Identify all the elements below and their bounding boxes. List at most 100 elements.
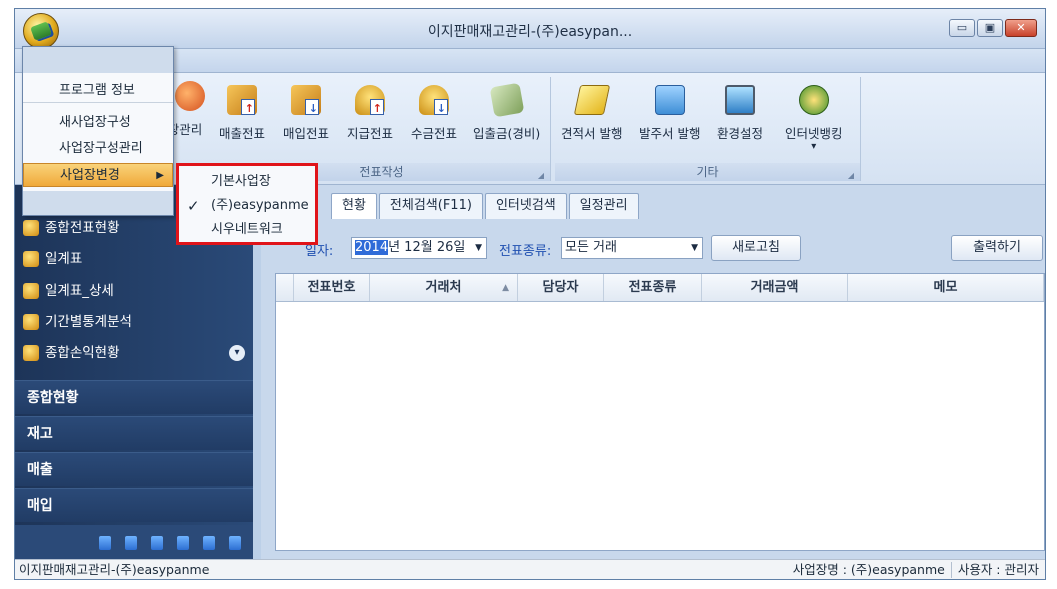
report-icon xyxy=(23,220,39,236)
column-header-voucher-type[interactable]: 전표종류 xyxy=(604,274,702,301)
column-header-amount[interactable]: 거래금액 xyxy=(702,274,848,301)
money-icon xyxy=(489,82,525,118)
close-button[interactable]: ✕ xyxy=(1005,19,1037,37)
grid-row-header xyxy=(276,274,294,301)
document-tabs: 현황 전체검색(F11) 인터넷검색 일정관리 xyxy=(331,193,639,219)
nav-shortcut-icon[interactable] xyxy=(99,536,111,550)
ribbon-button-purchase-voucher[interactable]: 매입전표 xyxy=(283,81,329,142)
date-picker[interactable]: 2014년 12월 26일 ▼ xyxy=(351,237,487,259)
ribbon-button-cash-flow[interactable]: 입출금(경비) xyxy=(473,81,540,142)
document-down-icon xyxy=(291,85,321,115)
chevron-down-icon: ▾ xyxy=(811,141,817,152)
tab-schedule[interactable]: 일정관리 xyxy=(568,193,639,219)
status-app-name: 이지판매재고관리-(주)easypanme xyxy=(19,562,210,577)
order-icon xyxy=(654,85,685,115)
coin-down-icon xyxy=(419,85,449,115)
ribbon-button-label: 지급전표 xyxy=(347,126,394,141)
menu-item-change-business[interactable]: 사업장변경 ▶ xyxy=(23,163,173,187)
nav-item-daily-detail[interactable]: 일계표_상세 xyxy=(23,278,114,304)
status-right: 사업장명 : (주)easypanme 사용자 : 관리자 xyxy=(793,560,1039,579)
nav-section-inventory[interactable]: 재고 xyxy=(15,416,253,450)
refresh-button[interactable]: 새로고침 xyxy=(711,235,801,261)
ribbon-button-payment-voucher[interactable]: 지급전표 xyxy=(347,81,393,142)
nav-item-label: 일계표 xyxy=(45,251,83,267)
ribbon-button-label: 견적서 발행 xyxy=(561,126,623,141)
menu-item-new-business[interactable]: 새사업장구성 xyxy=(23,111,173,135)
submenu-item-easypanme[interactable]: ✓ (주)easypanme xyxy=(179,194,315,218)
window-title: 이지판매재고관리-(주)easypan... xyxy=(427,24,633,40)
nav-shortcut-bar xyxy=(15,525,253,561)
nav-shortcut-icon[interactable] xyxy=(229,536,241,550)
ribbon-button-estimate[interactable]: 견적서 발행 xyxy=(561,81,622,142)
column-header-customer[interactable]: 거래처 ▲ xyxy=(370,274,518,301)
ribbon-button-label: 인터넷뱅킹 xyxy=(785,126,843,141)
app-menu-list: 프로그램 정보 새사업장구성 사업장구성관리 사업장변경 ▶ xyxy=(23,73,173,191)
ribbon-button-label: 환경설정 xyxy=(717,126,764,141)
nav-item-profit-loss[interactable]: 종합손익현황 xyxy=(23,340,120,366)
nav-item-label: 일계표_상세 xyxy=(45,283,114,299)
nav-shortcut-icon[interactable] xyxy=(177,536,189,550)
coin-up-icon xyxy=(355,85,385,115)
title-bar: 이지판매재고관리-(주)easypan... ▭ ▣ ✕ xyxy=(15,9,1045,49)
ribbon-button-sales-voucher[interactable]: 매출전표 xyxy=(219,81,265,142)
document-up-icon xyxy=(227,85,257,115)
status-business-name: 사업장명 : (주)easypanme xyxy=(792,562,945,577)
date-year-selected: 2014 xyxy=(355,240,389,255)
grid-header: 전표번호 거래처 ▲ 담당자 전표종류 거래금액 메모 xyxy=(276,274,1044,302)
people-icon xyxy=(175,81,205,111)
settings-monitor-icon xyxy=(725,85,755,115)
submenu-arrow-icon: ▶ xyxy=(156,170,164,181)
nav-item-summary-voucher[interactable]: 종합전표현황 xyxy=(23,215,120,241)
submenu-item-default-business[interactable]: 기본사업장 xyxy=(179,170,315,194)
ribbon-button-label: 매입전표 xyxy=(283,126,330,141)
voucher-grid[interactable]: 전표번호 거래처 ▲ 담당자 전표종류 거래금액 메모 xyxy=(275,273,1045,551)
minimize-button[interactable]: ▭ xyxy=(949,19,975,37)
menu-item-label: 사업장변경 xyxy=(60,168,120,183)
nav-shortcut-icon[interactable] xyxy=(203,536,215,550)
window-controls: ▭ ▣ ✕ xyxy=(949,19,1037,37)
nav-more-icon[interactable]: ▾ xyxy=(229,345,245,361)
column-header-memo[interactable]: 메모 xyxy=(848,274,1044,301)
dialog-launcher-icon[interactable]: ◢ xyxy=(848,167,854,185)
app-menu: 프로그램 정보 새사업장구성 사업장구성관리 사업장변경 ▶ xyxy=(22,46,174,216)
tab-internet-search[interactable]: 인터넷검색 xyxy=(484,193,567,219)
ribbon-group-label: 기타 ◢ xyxy=(555,163,860,181)
ribbon-button-label: 매출전표 xyxy=(219,126,266,141)
voucher-type-label: 전표종류: xyxy=(499,244,552,259)
check-icon: ✓ xyxy=(187,197,200,215)
ribbon-group-title: 기타 xyxy=(696,165,719,179)
nav-item-label: 종합전표현황 xyxy=(45,220,120,236)
tab-full-search[interactable]: 전체검색(F11) xyxy=(378,193,483,219)
report-icon xyxy=(23,345,39,361)
nav-shortcut-icon[interactable] xyxy=(125,536,137,550)
submenu-item-label: (주)easypanme xyxy=(211,198,309,213)
ribbon-group-etc: 견적서 발행 발주서 발행 환경설정 인터넷뱅킹 ▾ 기타 ◢ xyxy=(555,77,861,181)
print-button[interactable]: 출력하기 xyxy=(951,235,1043,261)
nav-item-period-stats[interactable]: 기간별통계분석 xyxy=(23,309,132,335)
ribbon-button-label: 수금전표 xyxy=(411,126,458,141)
nav-section-overview[interactable]: 종합현황 xyxy=(15,380,253,414)
ribbon-button-settings[interactable]: 환경설정 xyxy=(717,81,763,142)
ribbon-button-order[interactable]: 발주서 발행 xyxy=(639,81,700,142)
nav-item-label: 종합손익현황 xyxy=(45,345,120,361)
column-header-manager[interactable]: 담당자 xyxy=(518,274,604,301)
column-header-voucher-no[interactable]: 전표번호 xyxy=(294,274,370,301)
nav-shortcut-icon[interactable] xyxy=(151,536,163,550)
ribbon-button-label: 입출금(경비) xyxy=(473,126,541,141)
maximize-button[interactable]: ▣ xyxy=(977,19,1003,37)
nav-section-sales[interactable]: 매출 xyxy=(15,452,253,486)
voucher-type-select[interactable]: 모든 거래 ▼ xyxy=(561,237,703,259)
dialog-launcher-icon[interactable]: ◢ xyxy=(538,167,544,185)
nav-item-daily[interactable]: 일계표 xyxy=(23,246,82,272)
ribbon-group-title: 전표작성 xyxy=(359,165,404,179)
menu-item-program-info[interactable]: 프로그램 정보 xyxy=(23,79,173,103)
business-submenu: 기본사업장 ✓ (주)easypanme 시우네트워크 xyxy=(176,163,318,245)
report-icon xyxy=(23,251,39,267)
nav-section-purchase[interactable]: 매입 xyxy=(15,488,253,522)
tab-status[interactable]: 현황 xyxy=(331,193,377,219)
menu-item-business-manage[interactable]: 사업장구성관리 xyxy=(23,137,173,161)
submenu-item-siwoo-network[interactable]: 시우네트워크 xyxy=(179,218,315,242)
ribbon-button-collection-voucher[interactable]: 수금전표 xyxy=(411,81,457,142)
status-divider xyxy=(950,562,952,578)
ribbon-button-internet-banking[interactable]: 인터넷뱅킹 ▾ xyxy=(785,81,843,152)
